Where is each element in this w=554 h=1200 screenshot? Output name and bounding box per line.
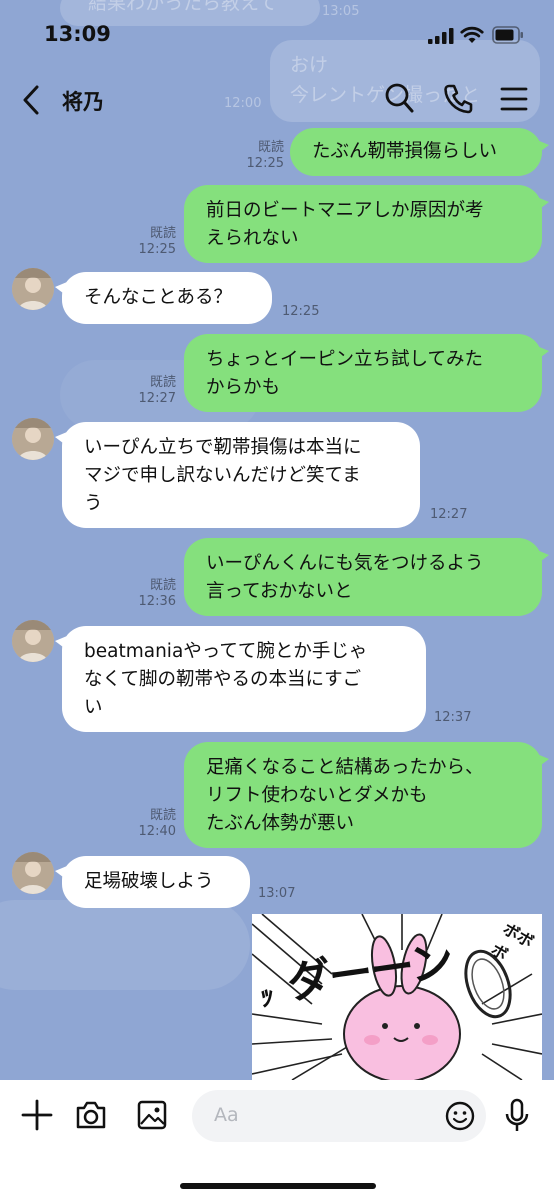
contact-avatar[interactable] [12,620,54,662]
message-bubble-sent[interactable]: いーぴんくんにも気をつけるよう 言っておかないと [184,538,549,616]
message-bubble-sent[interactable]: 足痛くなること結構あったから、 リフト使わないとダメかも たぶん体勢が悪い [184,742,549,848]
message-time: 12:25 [282,304,320,319]
sticker-image[interactable]: ダーーン ｯ ボボボ [252,914,542,1080]
contact-avatar[interactable] [12,268,54,310]
read-receipt: 既読 [149,808,176,823]
message-text: そんなことある？ [84,287,233,308]
message-text-line: マジで申し訳ないんだけど笑てま [84,465,361,486]
sticker-sfx: ｯ [260,979,275,1012]
home-indicator [180,1183,376,1189]
message-text-line: リフト使わないとダメかも [206,785,428,806]
message-bubble-received[interactable]: そんなことある？ [55,272,272,324]
message-meta: 既読 12:40 [130,808,176,840]
message-input-placeholder: Aa [214,1104,239,1126]
message-text: 足場破壊しよう [84,871,214,892]
avatar-photo [12,620,54,662]
message-text-line: う [84,493,103,514]
message-text-line: 言っておかないと [206,581,353,602]
message-text-line: beatmaniaやってて腕とか手じゃ [84,641,368,662]
read-receipt: 既読 [149,226,176,241]
wifi-icon [460,26,484,43]
message-text-line: 足痛くなること結構あったから、 [206,757,484,778]
message-meta: 既読 12:36 [130,578,176,610]
contact-avatar[interactable] [12,418,54,460]
message-meta: 既読 12:25 [238,140,284,172]
message-time: 12:36 [138,594,176,609]
image-icon[interactable] [136,1098,168,1132]
read-receipt: 既読 [149,578,176,593]
read-receipt: 既読 [149,375,176,390]
cellular-signal-icon [428,28,454,44]
menu-icon[interactable] [500,82,528,116]
message-bubble-received[interactable]: 足場破壊しよう [55,856,250,908]
search-icon[interactable] [384,82,416,116]
status-time: 13:09 [44,22,111,46]
contact-name[interactable]: 将乃 [62,86,104,116]
message-bubble-sent[interactable]: たぶん靭帯損傷らしい [290,128,549,176]
avatar-photo [12,852,54,894]
message-text-line: 前日のビートマニアしか原因が考 [206,200,484,221]
avatar-photo [12,418,54,460]
message-time: 12:37 [434,710,472,725]
status-bar: 13:09 [0,0,554,70]
message-text-line: なくて脚の靭帯やるの本当にすご [84,669,362,690]
message-text-line: たぶん体勢が悪い [206,813,355,834]
microphone-icon[interactable] [504,1098,530,1134]
message-text-line: い [84,697,103,718]
battery-icon [492,26,523,44]
message-text-line: いーぴん立ちで靭帯損傷は本当に [84,437,362,458]
message-text: たぶん靭帯損傷らしい [312,141,498,162]
message-time: 13:07 [258,886,296,901]
back-chevron-icon[interactable] [20,84,42,116]
message-bubble-sent[interactable]: 前日のビートマニアしか原因が考 えられない [184,185,549,263]
message-text-line: えられない [206,228,299,249]
message-time: 12:25 [246,156,284,171]
message-text-line: いーぴんくんにも気をつけるよう [206,553,484,574]
chat-header: 将乃 [0,72,554,128]
message-time: 12:27 [430,507,468,522]
message-bubble-received[interactable]: beatmaniaやってて腕とか手じゃ なくて脚の靭帯やるの本当にすご い [55,626,426,732]
message-time: 12:25 [138,242,176,257]
contact-avatar[interactable] [12,852,54,894]
message-bubble-sent[interactable]: ちょっとイーピン立ち試してみた からかも [184,334,549,412]
phone-icon[interactable] [442,82,474,116]
message-time: 12:27 [138,391,176,406]
cloud-decoration [0,900,250,990]
camera-icon[interactable] [74,1098,108,1132]
message-time: 12:40 [138,824,176,839]
message-meta: 既読 12:25 [130,226,176,258]
message-text-line: ちょっとイーピン立ち試してみた [206,349,483,370]
message-bubble-received[interactable]: いーぴん立ちで靭帯損傷は本当に マジで申し訳ないんだけど笑てま う [55,422,420,528]
avatar-photo [12,268,54,310]
emoji-icon[interactable] [444,1100,476,1132]
message-text-line: からかも [206,377,281,398]
message-meta: 既読 12:27 [130,375,176,407]
plus-icon[interactable] [20,1098,54,1132]
read-receipt: 既読 [257,140,284,155]
